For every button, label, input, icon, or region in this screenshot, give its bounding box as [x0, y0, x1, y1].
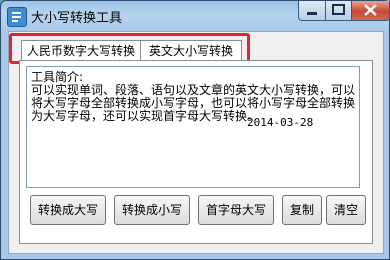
client-area: 人民币数字大写转换 英文大小写转换 工具简介: 可以实现单词、段落、语句以及文章…: [8, 31, 384, 254]
to-lowercase-button[interactable]: 转换成小写: [114, 195, 190, 225]
capitalize-button[interactable]: 首字母大写: [198, 195, 274, 225]
tab-panel: 工具简介: 可以实现单词、段落、语句以及文章的英文大小写转换，可以将大写字母全部…: [19, 60, 373, 244]
editor-date: 2014-03-28: [247, 116, 314, 129]
clear-button[interactable]: 清空: [326, 195, 366, 225]
tab-rmb-uppercase[interactable]: 人民币数字大写转换: [21, 40, 141, 61]
minimize-button[interactable]: [298, 1, 326, 21]
title-bar[interactable]: 大小写转换工具: [1, 1, 390, 31]
text-editor[interactable]: 工具简介: 可以实现单词、段落、语句以及文章的英文大小写转换，可以将大写字母全部…: [26, 66, 360, 188]
close-button[interactable]: [351, 1, 390, 21]
window-title: 大小写转换工具: [31, 11, 123, 26]
maximize-button[interactable]: [325, 1, 352, 21]
to-uppercase-button[interactable]: 转换成大写: [30, 195, 106, 225]
app-icon: [7, 7, 27, 27]
tab-english-case[interactable]: 英文大小写转换: [140, 40, 242, 61]
copy-button[interactable]: 复制: [282, 195, 322, 225]
app-window: 大小写转换工具 人民币数字大写转换 英文大小写转换 工具简介: 可以实现单词、段…: [0, 0, 390, 260]
